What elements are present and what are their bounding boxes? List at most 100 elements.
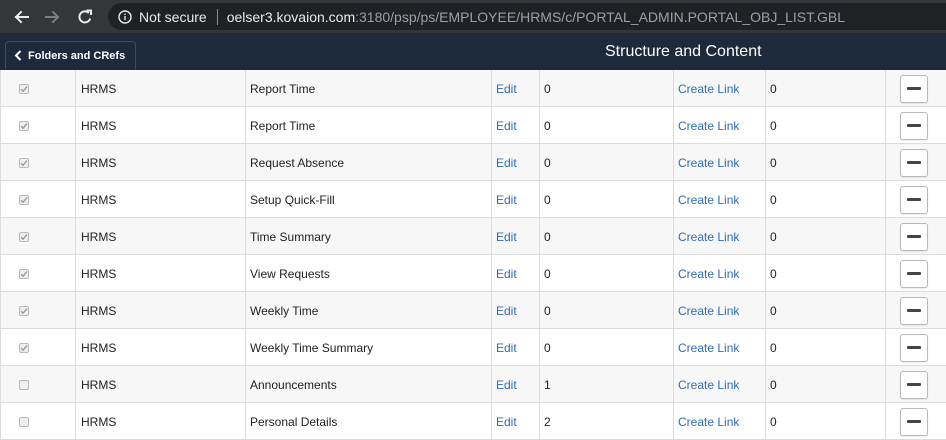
sequence-cell: 0: [540, 255, 674, 292]
create-link[interactable]: Create Link: [678, 304, 739, 318]
edit-link[interactable]: Edit: [496, 341, 517, 355]
select-cell: [0, 329, 76, 366]
select-checkbox[interactable]: [19, 83, 29, 94]
edit-cell: Edit: [492, 218, 540, 255]
select-checkbox[interactable]: [19, 194, 29, 205]
back-icon[interactable]: [10, 6, 32, 28]
edit-link[interactable]: Edit: [496, 230, 517, 244]
node-name: HRMS: [81, 192, 117, 207]
count-value: 0: [770, 155, 777, 170]
reload-icon[interactable]: [74, 6, 96, 28]
sequence-value: 0: [544, 340, 551, 355]
create-link-cell: Create Link: [674, 218, 766, 255]
create-link[interactable]: Create Link: [678, 193, 739, 207]
select-checkbox[interactable]: [19, 305, 29, 316]
info-icon[interactable]: [118, 9, 132, 24]
item-label: Report Time: [250, 118, 316, 133]
count-value: 0: [770, 414, 777, 429]
item-label: Announcements: [250, 377, 337, 392]
label-cell: Weekly Time: [246, 292, 492, 329]
delete-row-button[interactable]: [900, 148, 928, 177]
page-header: Folders and CRefs Structure and Content: [0, 33, 946, 70]
delete-row-button[interactable]: [900, 333, 928, 362]
label-cell: Weekly Time Summary: [246, 329, 492, 366]
table-row: HRMS Announcements Edit 1 Create Link 0: [0, 366, 946, 403]
select-cell: [0, 144, 76, 181]
item-label: Weekly Time Summary: [250, 340, 374, 355]
select-checkbox[interactable]: [19, 268, 29, 279]
delete-row-button[interactable]: [900, 259, 928, 288]
delete-row-button[interactable]: [900, 185, 928, 214]
security-label[interactable]: Not secure: [139, 9, 207, 25]
address-bar[interactable]: Not secure oelser3.kovaion.com:3180/psp/…: [108, 3, 946, 30]
delete-row-button[interactable]: [900, 111, 928, 140]
table-row: HRMS Time Summary Edit 0 Create Link 0: [0, 218, 946, 255]
select-checkbox[interactable]: [19, 157, 29, 168]
minus-icon: [907, 198, 921, 201]
edit-link[interactable]: Edit: [496, 82, 517, 96]
count-cell: 0: [766, 70, 886, 107]
minus-icon: [907, 124, 921, 127]
select-checkbox[interactable]: [19, 416, 29, 427]
delete-row-button[interactable]: [900, 74, 928, 103]
delete-cell: [886, 329, 946, 366]
sequence-value: 0: [544, 229, 551, 244]
select-checkbox[interactable]: [19, 379, 29, 390]
select-cell: [0, 218, 76, 255]
table-row: HRMS Setup Quick-Fill Edit 0 Create Link 0: [0, 181, 946, 218]
table-row: HRMS Report Time Edit 0 Create Link 0: [0, 107, 946, 144]
edit-link[interactable]: Edit: [496, 156, 517, 170]
select-checkbox[interactable]: [19, 342, 29, 353]
create-link[interactable]: Create Link: [678, 230, 739, 244]
url-text[interactable]: oelser3.kovaion.com:3180/psp/ps/EMPLOYEE…: [227, 9, 845, 25]
node-name: HRMS: [81, 377, 117, 392]
count-value: 0: [770, 303, 777, 318]
page-title: Structure and Content: [605, 43, 762, 60]
table-row: HRMS Request Absence Edit 0 Create Link 0: [0, 144, 946, 181]
browser-toolbar: Not secure oelser3.kovaion.com:3180/psp/…: [0, 0, 946, 33]
folders-and-crefs-button[interactable]: Folders and CRefs: [5, 41, 137, 69]
node-name: HRMS: [81, 229, 117, 244]
label-cell: Personal Details: [246, 403, 492, 440]
select-checkbox[interactable]: [19, 231, 29, 242]
edit-link[interactable]: Edit: [496, 267, 517, 281]
delete-row-button[interactable]: [900, 370, 928, 399]
node-cell: HRMS: [76, 255, 246, 292]
edit-link[interactable]: Edit: [496, 378, 517, 392]
label-cell: Announcements: [246, 366, 492, 403]
select-checkbox[interactable]: [19, 120, 29, 131]
edit-link[interactable]: Edit: [496, 119, 517, 133]
table-row: HRMS Personal Details Edit 2 Create Link 0: [0, 403, 946, 440]
delete-row-button[interactable]: [900, 296, 928, 325]
sequence-value: 0: [544, 81, 551, 96]
create-link[interactable]: Create Link: [678, 267, 739, 281]
delete-cell: [886, 366, 946, 403]
url-host: oelser3.kovaion.com: [226, 8, 356, 25]
create-link[interactable]: Create Link: [678, 82, 739, 96]
edit-link[interactable]: Edit: [496, 415, 517, 429]
forward-icon[interactable]: [42, 6, 64, 28]
create-link[interactable]: Create Link: [678, 156, 739, 170]
edit-link[interactable]: Edit: [496, 304, 517, 318]
delete-cell: [886, 107, 946, 144]
create-link[interactable]: Create Link: [678, 119, 739, 133]
count-value: 0: [770, 340, 777, 355]
edit-cell: Edit: [492, 107, 540, 144]
sequence-value: 0: [544, 155, 551, 170]
sequence-value: 0: [544, 118, 551, 133]
delete-row-button[interactable]: [900, 407, 928, 436]
create-link[interactable]: Create Link: [678, 415, 739, 429]
count-value: 0: [770, 192, 777, 207]
count-value: 0: [770, 377, 777, 392]
select-cell: [0, 403, 76, 440]
delete-row-button[interactable]: [900, 222, 928, 251]
minus-icon: [907, 309, 921, 312]
count-cell: 0: [766, 218, 886, 255]
create-link[interactable]: Create Link: [678, 378, 739, 392]
edit-cell: Edit: [492, 292, 540, 329]
node-cell: HRMS: [76, 70, 246, 107]
edit-link[interactable]: Edit: [496, 193, 517, 207]
label-cell: Report Time: [246, 107, 492, 144]
create-link[interactable]: Create Link: [678, 341, 739, 355]
sequence-cell: 0: [540, 70, 674, 107]
